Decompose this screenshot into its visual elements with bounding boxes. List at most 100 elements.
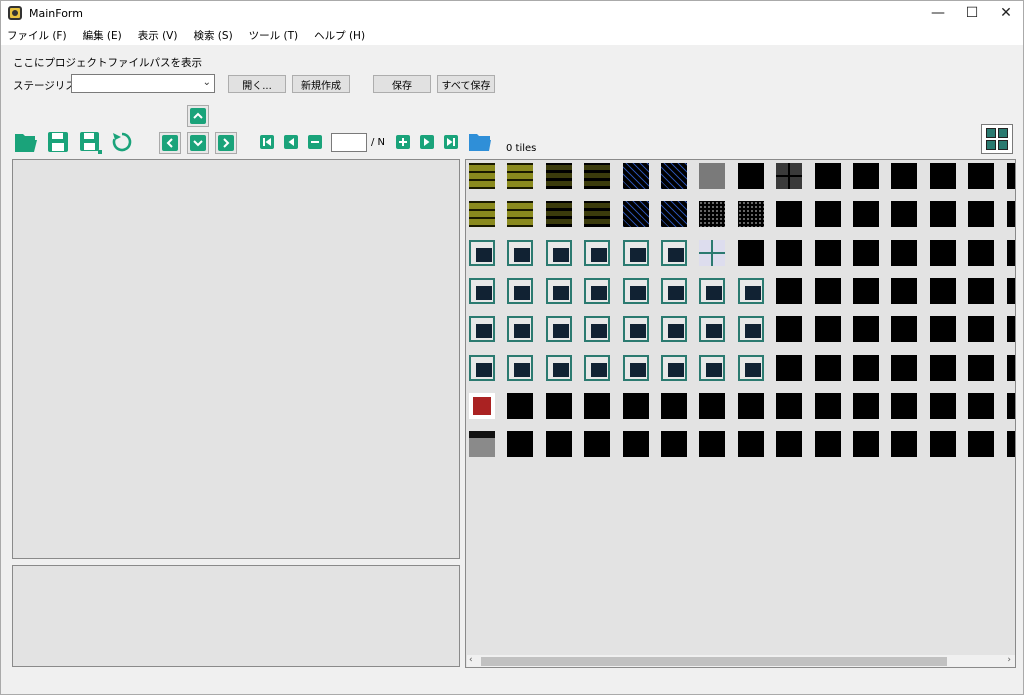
last-page-button[interactable] [444, 135, 458, 149]
tile-black[interactable] [622, 431, 649, 458]
tile-black[interactable] [776, 316, 803, 343]
tile-graybar[interactable] [469, 431, 495, 458]
tile-black[interactable] [776, 392, 803, 419]
open-folder-icon[interactable] [14, 131, 38, 153]
move-right-button[interactable] [215, 132, 237, 154]
close-button[interactable]: ✕ [989, 1, 1023, 25]
tile-black[interactable] [929, 201, 956, 228]
map-preview-pane[interactable] [12, 159, 460, 559]
tile-black[interactable] [968, 163, 995, 189]
tile-panel[interactable] [469, 277, 495, 304]
tile-black[interactable] [929, 392, 956, 419]
tile-black[interactable] [853, 316, 879, 343]
tile-black[interactable] [1006, 201, 1015, 228]
tile-red[interactable] [469, 392, 495, 419]
tile-brickd[interactable] [545, 163, 572, 189]
menu-file[interactable]: ファイル (F) [7, 28, 67, 43]
scroll-right-icon[interactable]: › [1007, 655, 1011, 665]
horizontal-scrollbar[interactable]: ‹ › [467, 655, 1015, 667]
tile-black[interactable] [929, 239, 956, 266]
tile-mesh[interactable] [622, 201, 649, 228]
tile-panel[interactable] [545, 316, 572, 343]
tile-panel[interactable] [661, 239, 687, 266]
tile-black[interactable] [968, 277, 995, 304]
title-bar[interactable]: MainForm — ☐ ✕ [1, 1, 1023, 25]
tile-black[interactable] [1006, 277, 1015, 304]
tile-panel[interactable] [469, 354, 495, 381]
tile-panel[interactable] [699, 316, 726, 343]
tile-brickd[interactable] [584, 201, 611, 228]
tile-black[interactable] [814, 163, 841, 189]
tile-black[interactable] [968, 354, 995, 381]
tile-panel[interactable] [622, 277, 649, 304]
tile-black[interactable] [737, 431, 764, 458]
move-left-button[interactable] [159, 132, 181, 154]
tile-black[interactable] [891, 277, 918, 304]
tile-grid[interactable] [776, 163, 803, 189]
tile-black[interactable] [929, 277, 956, 304]
save-all-button[interactable]: すべて保存 [437, 75, 495, 93]
tile-panel[interactable] [737, 354, 764, 381]
tile-black[interactable] [968, 239, 995, 266]
remove-page-button[interactable] [308, 135, 322, 149]
tile-speck[interactable] [737, 201, 764, 228]
tile-black[interactable] [853, 239, 879, 266]
tile-black[interactable] [968, 392, 995, 419]
tile-black[interactable] [853, 201, 879, 228]
tile-black[interactable] [1006, 354, 1015, 381]
tile-black[interactable] [1006, 239, 1015, 266]
tile-brickd[interactable] [545, 201, 572, 228]
tile-panel[interactable] [622, 354, 649, 381]
tile-brickd[interactable] [584, 163, 611, 189]
tile-black[interactable] [968, 316, 995, 343]
move-up-button[interactable] [187, 105, 209, 127]
tile-panel[interactable] [545, 354, 572, 381]
tile-panel[interactable] [507, 239, 534, 266]
save-button[interactable]: 保存 [373, 75, 431, 93]
tile-black[interactable] [891, 201, 918, 228]
tile-brick[interactable] [507, 201, 534, 228]
move-down-button[interactable] [187, 132, 209, 154]
tile-panel[interactable] [584, 354, 611, 381]
tile-panel[interactable] [584, 316, 611, 343]
tile-window[interactable] [699, 239, 726, 266]
menu-help[interactable]: ヘルプ (H) [314, 28, 365, 43]
tile-black[interactable] [699, 431, 726, 458]
tile-black[interactable] [853, 163, 879, 189]
tile-brick[interactable] [469, 201, 495, 228]
tile-panel[interactable] [584, 239, 611, 266]
tile-black[interactable] [929, 163, 956, 189]
first-page-button[interactable] [260, 135, 274, 149]
tile-black[interactable] [929, 354, 956, 381]
next-page-button[interactable] [420, 135, 434, 149]
tile-black[interactable] [584, 431, 611, 458]
tile-black[interactable] [737, 392, 764, 419]
tile-black[interactable] [1006, 392, 1015, 419]
tile-black[interactable] [776, 277, 803, 304]
tile-speck[interactable] [699, 201, 726, 228]
tile-black[interactable] [776, 201, 803, 228]
tile-black[interactable] [545, 392, 572, 419]
tile-black[interactable] [853, 431, 879, 458]
reload-icon[interactable] [111, 131, 133, 153]
tile-mesh[interactable] [661, 201, 687, 228]
tile-black[interactable] [891, 354, 918, 381]
tile-mesh[interactable] [661, 163, 687, 189]
tile-black[interactable] [891, 316, 918, 343]
save-icon[interactable] [47, 131, 69, 153]
menu-view[interactable]: 表示 (V) [138, 28, 178, 43]
page-number-input[interactable] [331, 133, 367, 152]
tile-panel[interactable] [622, 239, 649, 266]
scroll-left-icon[interactable]: ‹ [469, 655, 473, 665]
menu-tools[interactable]: ツール (T) [249, 28, 298, 43]
tile-panel[interactable] [661, 277, 687, 304]
tile-black[interactable] [737, 239, 764, 266]
tile-black[interactable] [699, 392, 726, 419]
tile-panel[interactable] [699, 277, 726, 304]
tile-black[interactable] [507, 431, 534, 458]
new-button[interactable]: 新規作成 [292, 75, 350, 93]
tile-black[interactable] [661, 431, 687, 458]
tile-black[interactable] [776, 239, 803, 266]
tile-black[interactable] [1006, 316, 1015, 343]
tile-black[interactable] [1006, 431, 1015, 458]
